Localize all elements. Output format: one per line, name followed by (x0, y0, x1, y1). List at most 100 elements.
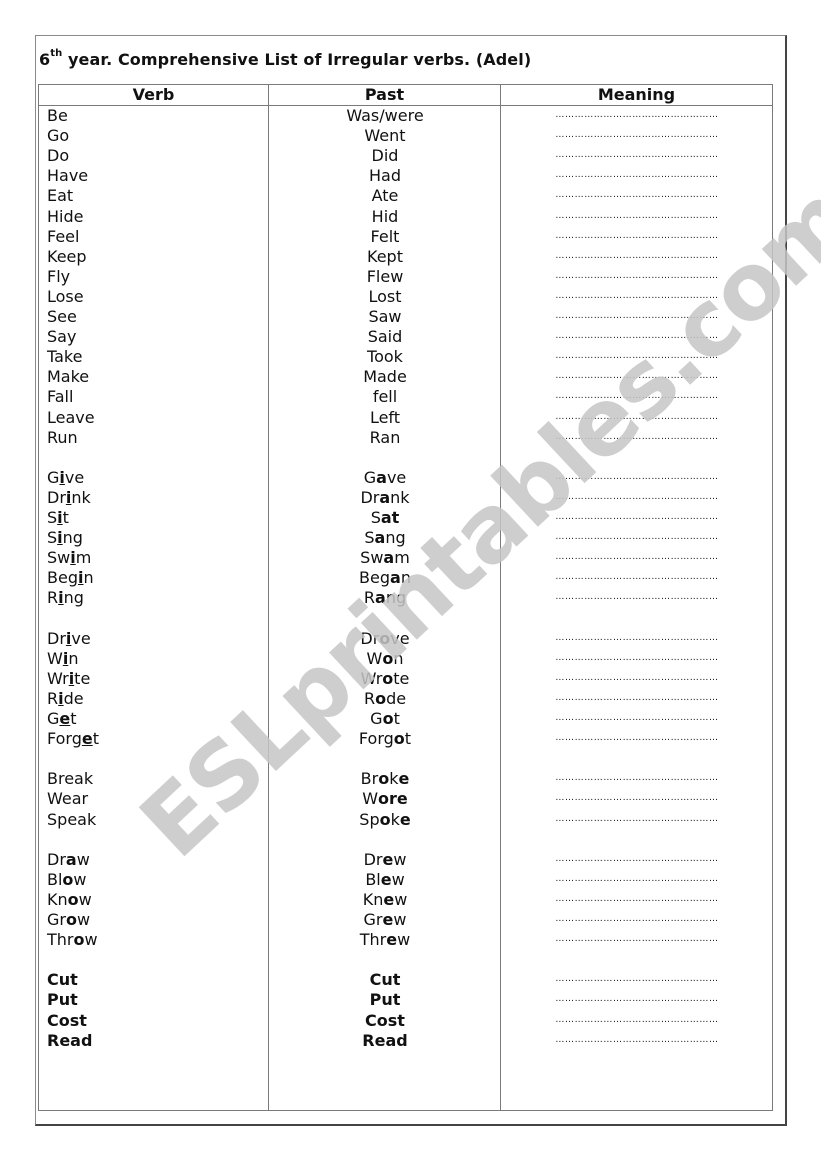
meaning-blank[interactable]: …………………………………………… (501, 267, 773, 285)
meaning-blank[interactable]: …………………………………………… (501, 709, 773, 727)
verb-cell: Do (47, 146, 267, 166)
word-segment: Speak (47, 809, 97, 829)
meaning-blank[interactable]: …………………………………………… (501, 227, 773, 245)
emphasized-letters: o (382, 709, 394, 728)
meaning-blank[interactable]: …………………………………………… (501, 488, 773, 506)
meaning-blank[interactable]: …………………………………………… (501, 769, 773, 787)
meaning-blank[interactable]: …………………………………………… (501, 307, 773, 325)
meaning-blank[interactable]: …………………………………………… (501, 508, 773, 526)
word-segment: S (47, 528, 58, 548)
word-segment: Dr (360, 487, 380, 507)
emphasized-letters: o (379, 628, 391, 648)
word-segment: n (68, 648, 79, 668)
table-row: Ring Rang…………………………………………… (39, 588, 772, 608)
meaning-blank[interactable]: …………………………………………… (501, 528, 773, 546)
emphasized-letters: e (398, 769, 410, 789)
emphasized-letters: Cut (369, 970, 401, 990)
emphasized-letters: Read (362, 1030, 408, 1050)
word-segment: Take (47, 347, 83, 367)
meaning-blank[interactable]: …………………………………………… (501, 126, 773, 144)
worksheet-title: 6th year. Comprehensive List of Irregula… (39, 48, 532, 69)
table-row: Eat Ate …………………………………………… (39, 186, 772, 206)
meaning-blank[interactable]: …………………………………………… (501, 347, 773, 365)
meaning-blank[interactable]: …………………………………………… (501, 1031, 773, 1049)
meaning-blank[interactable]: …………………………………………… (501, 729, 773, 747)
meaning-blank[interactable]: …………………………………………… (501, 649, 773, 667)
past-cell: Took (269, 347, 501, 367)
word-segment: Break (47, 769, 94, 789)
past-cell: Grew (269, 910, 501, 930)
table-row: Put Put …………………………………………… (39, 990, 772, 1010)
meaning-blank[interactable]: …………………………………………… (501, 207, 773, 225)
word-segment: R (47, 588, 59, 608)
word-segment: Keep (47, 246, 87, 266)
word-segment: Took (367, 347, 403, 367)
table-row: Be Was/were …………………………………………… (39, 106, 772, 126)
word-segment: Dr (47, 487, 66, 507)
meaning-blank[interactable]: …………………………………………… (501, 548, 773, 566)
meaning-blank[interactable]: …………………………………………… (501, 327, 773, 345)
word-segment: ng (385, 588, 407, 608)
meaning-blank[interactable]: …………………………………………… (501, 970, 773, 988)
meaning-blank[interactable]: …………………………………………… (501, 850, 773, 868)
past-cell: Felt (269, 227, 501, 247)
word-segment: Do (47, 146, 70, 166)
meaning-blank[interactable]: …………………………………………… (501, 166, 773, 184)
past-cell: Began (269, 568, 501, 588)
word-segment: w (78, 889, 92, 909)
meaning-blank[interactable]: …………………………………………… (501, 387, 773, 405)
meaning-blank[interactable]: …………………………………………… (501, 408, 773, 426)
meaning-blank[interactable]: …………………………………………… (501, 186, 773, 204)
word-segment: Was/were (346, 106, 424, 125)
meaning-blank[interactable]: …………………………………………… (501, 870, 773, 888)
meaning-blank[interactable]: …………………………………………… (501, 106, 773, 124)
table-row: Cut Cut …………………………………………… (39, 970, 772, 990)
meaning-blank[interactable]: …………………………………………… (501, 930, 773, 948)
meaning-blank[interactable]: …………………………………………… (501, 810, 773, 828)
table-row: Drink Drank…………………………………………… (39, 488, 772, 508)
table-row: Hide Hid …………………………………………… (39, 207, 772, 227)
word-segment: Dr (47, 628, 66, 648)
verb-cell: Wear (47, 789, 267, 809)
past-cell: Rode (269, 689, 501, 709)
past-cell: Went (269, 126, 501, 146)
title-text: year. Comprehensive List of Irregular ve… (62, 50, 532, 69)
meaning-blank[interactable]: …………………………………………… (501, 910, 773, 928)
word-segment: Lost (368, 286, 402, 306)
table-row: Leave Left …………………………………………… (39, 408, 772, 428)
word-segment: k (390, 809, 400, 829)
meaning-blank[interactable]: …………………………………………… (501, 146, 773, 164)
meaning-blank[interactable]: …………………………………………… (501, 428, 773, 446)
word-segment: Eat (47, 186, 74, 206)
meaning-blank[interactable]: …………………………………………… (501, 689, 773, 707)
meaning-blank[interactable]: …………………………………………… (501, 990, 773, 1008)
verb-table: Verb Past Meaning Be Was/were ………………………………… (38, 84, 773, 1111)
meaning-blank[interactable]: …………………………………………… (501, 468, 773, 486)
verb-cell: Speak (47, 810, 267, 830)
table-row: Win Won…………………………………………… (39, 649, 772, 669)
past-cell: Left (269, 408, 501, 428)
meaning-blank[interactable]: …………………………………………… (501, 588, 773, 606)
meaning-blank[interactable]: …………………………………………… (501, 789, 773, 807)
table-row: Have Had …………………………………………… (39, 166, 772, 186)
meaning-blank[interactable]: …………………………………………… (501, 629, 773, 647)
meaning-blank[interactable]: …………………………………………… (501, 568, 773, 586)
verb-cell: Get (47, 709, 267, 729)
meaning-blank[interactable]: …………………………………………… (501, 367, 773, 385)
meaning-blank[interactable]: …………………………………………… (501, 890, 773, 908)
word-segment: G (47, 709, 60, 728)
verb-cell: Eat (47, 186, 267, 206)
verb-cell: Forget (47, 729, 267, 749)
word-segment: Bl (365, 869, 381, 889)
meaning-blank[interactable]: …………………………………………… (501, 247, 773, 265)
table-row: Sing Sang…………………………………………… (39, 528, 772, 548)
table-row: Give Gave…………………………………………… (39, 468, 772, 488)
meaning-blank[interactable]: …………………………………………… (501, 1011, 773, 1029)
word-segment: de (63, 688, 84, 708)
meaning-blank[interactable]: …………………………………………… (501, 287, 773, 305)
word-segment: Sp (359, 809, 380, 829)
word-segment: fell (372, 387, 398, 407)
meaning-blank[interactable]: …………………………………………… (501, 669, 773, 687)
table-row: Know Knew…………………………………………… (39, 890, 772, 910)
word-segment: ng (63, 588, 84, 608)
